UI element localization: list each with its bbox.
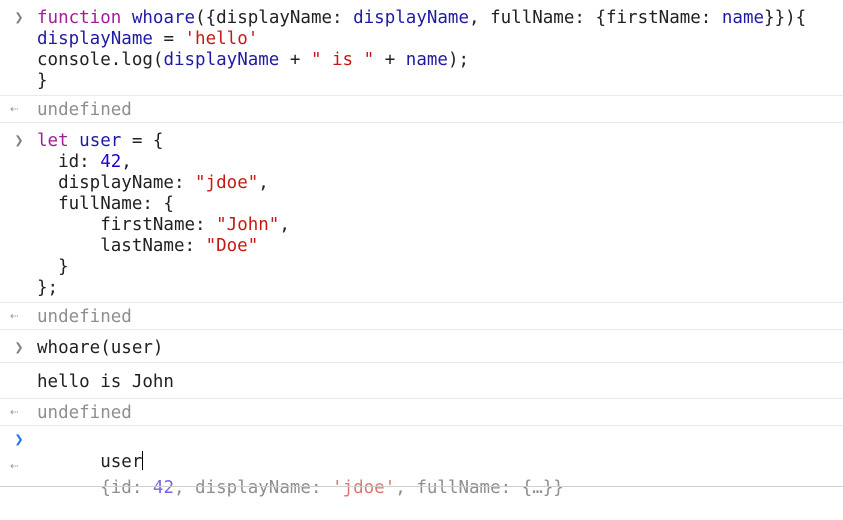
console-result-entry: ⇠ undefined [0,96,843,123]
code-line: fullName: { [37,194,843,215]
code-token: firstName: [37,215,217,235]
code-token: , [121,152,132,172]
code-line: firstName: "John", [37,215,843,236]
console-input-entry: ❯ let user = { id: 42, displayName: "jdoe… [0,123,843,303]
prompt-chevron-icon: ❯ [14,430,24,448]
eager-evaluation-preview: ⇠ {id: 42, displayName: 'jdoe', fullName… [0,453,843,498]
preview-displayname-value: 'jdoe' [332,478,396,498]
result-value: undefined [37,100,132,120]
code-token: } [37,71,48,91]
code-token: "jdoe" [195,173,259,193]
code-token: console.log( [37,50,164,70]
code-line: } [37,257,843,278]
preview-id-value: 42 [152,478,174,498]
code-token: whoare(user) [37,338,164,358]
code-token: name [405,50,448,70]
code-token: ({displayName: [195,8,354,28]
code-line: function whoare({displayName: displayNam… [37,8,843,29]
preview-text: {id: [100,478,153,498]
prompt-chevron-icon: ❯ [14,338,24,356]
return-value-icon: ⇠ [10,458,19,474]
code-token: + [374,50,406,70]
console-log-entry: hello is John [0,363,843,399]
code-token: , [279,215,290,235]
console-result-entry: ⇠ undefined [0,399,843,426]
code-token: function [37,8,122,28]
code-line: }; [37,278,843,299]
code-token: displayName [353,8,470,28]
code-token: whoare [131,8,196,28]
code-line: lastName: "Doe" [37,236,843,257]
code-token: = { [121,131,164,151]
devtools-console: ❯ function whoare({displayName: displayNa… [0,0,843,498]
code-token: = [152,29,185,49]
code-token: + [279,50,311,70]
code-token: ); [447,50,470,70]
code-token: displayName: [37,173,196,193]
preview-text: , displayName: [173,478,333,498]
console-prompt-row[interactable]: ❯ user [0,426,843,472]
code-token: let [37,131,69,151]
code-token: }; [37,278,59,298]
code-line: displayName = 'hello' [37,29,843,50]
log-message: hello is John [37,372,174,392]
code-token: name [721,8,765,28]
code-token: 'hello' [184,29,259,49]
console-input-entry: ❯ whoare(user) [0,330,843,363]
code-line: whoare(user) [37,338,843,359]
code-token: fullName: { [37,194,174,214]
code-token: displayName [37,29,153,49]
code-token: lastName: [37,236,206,256]
code-line: displayName: "jdoe", [37,173,843,194]
code-token: }}){ [764,8,807,28]
code-token: "Doe" [205,236,259,256]
code-token: user [79,131,122,151]
prompt-chevron-icon: ❯ [14,8,24,26]
code-token: , fullName: {firstName: [469,8,722,28]
code-token: displayName [163,50,280,70]
code-token: 42 [100,152,122,172]
code-line: } [37,71,843,92]
code-token: id: [37,152,101,172]
return-value-icon: ⇠ [10,404,19,420]
return-value-icon: ⇠ [10,308,19,324]
result-value: undefined [37,403,132,423]
preview-text: , fullName: {…}} [395,478,564,498]
return-value-icon: ⇠ [10,101,19,117]
console-messages: ❯ function whoare({displayName: displayNa… [0,0,843,426]
code-line: console.log(displayName + " is " + name)… [37,50,843,71]
code-token: " is " [310,50,375,70]
code-token: , [258,173,269,193]
console-input-entry: ❯ function whoare({displayName: displayNa… [0,0,843,96]
console-bottom-border [0,486,843,487]
result-value: undefined [37,307,132,327]
code-line: let user = { [37,131,843,152]
code-line: id: 42, [37,152,843,173]
code-token: } [37,257,69,277]
prompt-chevron-icon: ❯ [14,131,24,149]
console-result-entry: ⇠ undefined [0,303,843,330]
code-token: "John" [216,215,280,235]
